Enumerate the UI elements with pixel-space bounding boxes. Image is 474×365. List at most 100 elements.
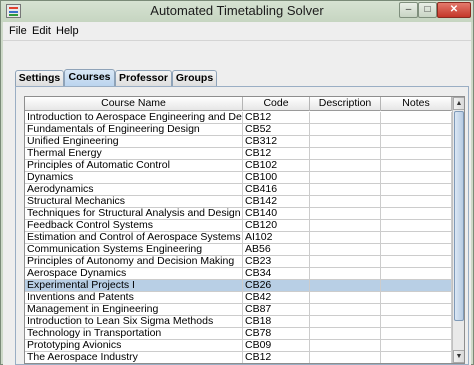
course-name-cell[interactable]: Aerospace Dynamics [25,268,243,280]
tab-settings[interactable]: Settings [15,70,64,86]
description-cell[interactable] [310,244,381,256]
column-header-notes[interactable]: Notes [381,97,452,111]
description-cell[interactable] [310,340,381,352]
table-row[interactable]: Principles of Automatic Control CB102 [25,160,452,172]
scroll-down-icon[interactable]: ▼ [453,350,464,363]
notes-cell[interactable] [381,124,452,136]
notes-cell[interactable] [381,352,452,363]
course-name-cell[interactable]: Dynamics [25,172,243,184]
code-cell[interactable]: CB23 [243,256,310,268]
notes-cell[interactable] [381,268,452,280]
notes-cell[interactable] [381,340,452,352]
code-cell[interactable]: CB34 [243,268,310,280]
table-row[interactable]: Introduction to Aerospace Engineering an… [25,112,452,124]
notes-cell[interactable] [381,196,452,208]
course-name-cell[interactable]: Introduction to Aerospace Engineering an… [25,112,243,124]
title-bar[interactable]: Automated Timetabling Solver – □ ✕ [1,1,473,22]
scroll-up-icon[interactable]: ▲ [453,97,464,110]
notes-cell[interactable] [381,316,452,328]
table-row[interactable]: Communication Systems Engineering AB56 [25,244,452,256]
course-name-cell[interactable]: Principles of Automatic Control [25,160,243,172]
course-name-cell[interactable]: Feedback Control Systems [25,220,243,232]
description-cell[interactable] [310,136,381,148]
column-header-course-name[interactable]: Course Name [25,97,243,111]
notes-cell[interactable] [381,232,452,244]
notes-cell[interactable] [381,280,452,292]
table-row[interactable]: Aerospace Dynamics CB34 [25,268,452,280]
code-cell[interactable]: CB12 [243,352,310,363]
table-row[interactable]: Thermal Energy CB12 [25,148,452,160]
description-cell[interactable] [310,208,381,220]
code-cell[interactable]: CB142 [243,196,310,208]
vertical-scrollbar[interactable]: ▲ ▼ [452,97,464,363]
minimize-button[interactable]: – [399,2,418,18]
code-cell[interactable]: CB312 [243,136,310,148]
table-row[interactable]: Aerodynamics CB416 [25,184,452,196]
code-cell[interactable]: CB42 [243,292,310,304]
table-row[interactable]: Principles of Autonomy and Decision Maki… [25,256,452,268]
notes-cell[interactable] [381,184,452,196]
notes-cell[interactable] [381,256,452,268]
notes-cell[interactable] [381,112,452,124]
description-cell[interactable] [310,268,381,280]
code-cell[interactable]: CB87 [243,304,310,316]
code-cell[interactable]: AB56 [243,244,310,256]
notes-cell[interactable] [381,208,452,220]
description-cell[interactable] [310,352,381,363]
code-cell[interactable]: CB12 [243,112,310,124]
column-header-code[interactable]: Code [243,97,310,111]
tab-professor[interactable]: Professor [115,70,172,86]
description-cell[interactable] [310,232,381,244]
course-name-cell[interactable]: Introduction to Lean Six Sigma Methods [25,316,243,328]
notes-cell[interactable] [381,328,452,340]
scroll-thumb[interactable] [454,111,464,321]
description-cell[interactable] [310,124,381,136]
description-cell[interactable] [310,304,381,316]
notes-cell[interactable] [381,304,452,316]
table-row[interactable]: Feedback Control Systems CB120 [25,220,452,232]
code-cell[interactable]: CB120 [243,220,310,232]
course-name-cell[interactable]: Estimation and Control of Aerospace Syst… [25,232,243,244]
code-cell[interactable]: CB12 [243,148,310,160]
description-cell[interactable] [310,148,381,160]
table-row[interactable]: Estimation and Control of Aerospace Syst… [25,232,452,244]
notes-cell[interactable] [381,292,452,304]
table-row[interactable]: Structural Mechanics CB142 [25,196,452,208]
table-row[interactable]: Introduction to Lean Six Sigma Methods CB… [25,316,452,328]
description-cell[interactable] [310,280,381,292]
course-name-cell[interactable]: Thermal Energy [25,148,243,160]
code-cell[interactable]: CB09 [243,340,310,352]
table-row[interactable]: Techniques for Structural Analysis and D… [25,208,452,220]
description-cell[interactable] [310,172,381,184]
description-cell[interactable] [310,112,381,124]
description-cell[interactable] [310,292,381,304]
code-cell[interactable]: CB140 [243,208,310,220]
table-row[interactable]: Dynamics CB100 [25,172,452,184]
course-name-cell[interactable]: Management in Engineering [25,304,243,316]
course-name-cell[interactable]: The Aerospace Industry [25,352,243,363]
notes-cell[interactable] [381,220,452,232]
notes-cell[interactable] [381,244,452,256]
code-cell[interactable]: CB18 [243,316,310,328]
description-cell[interactable] [310,196,381,208]
description-cell[interactable] [310,316,381,328]
tab-courses[interactable]: Courses [64,69,115,87]
course-name-cell[interactable]: Techniques for Structural Analysis and D… [25,208,243,220]
course-name-cell[interactable]: Aerodynamics [25,184,243,196]
table-row[interactable]: The Aerospace Industry CB12 [25,352,452,363]
code-cell[interactable]: CB416 [243,184,310,196]
menu-file[interactable]: File [9,25,27,37]
description-cell[interactable] [310,184,381,196]
code-cell[interactable]: CB26 [243,280,310,292]
close-button[interactable]: ✕ [437,2,471,18]
course-name-cell[interactable]: Structural Mechanics [25,196,243,208]
table-row[interactable]: Experimental Projects I CB26 [25,280,452,292]
course-name-cell[interactable]: Principles of Autonomy and Decision Maki… [25,256,243,268]
table-row[interactable]: Management in Engineering CB87 [25,304,452,316]
table-row[interactable]: Prototyping Avionics CB09 [25,340,452,352]
notes-cell[interactable] [381,172,452,184]
table-row[interactable]: Unified Engineering CB312 [25,136,452,148]
course-name-cell[interactable]: Communication Systems Engineering [25,244,243,256]
menu-edit[interactable]: Edit [32,25,51,37]
code-cell[interactable]: CB78 [243,328,310,340]
